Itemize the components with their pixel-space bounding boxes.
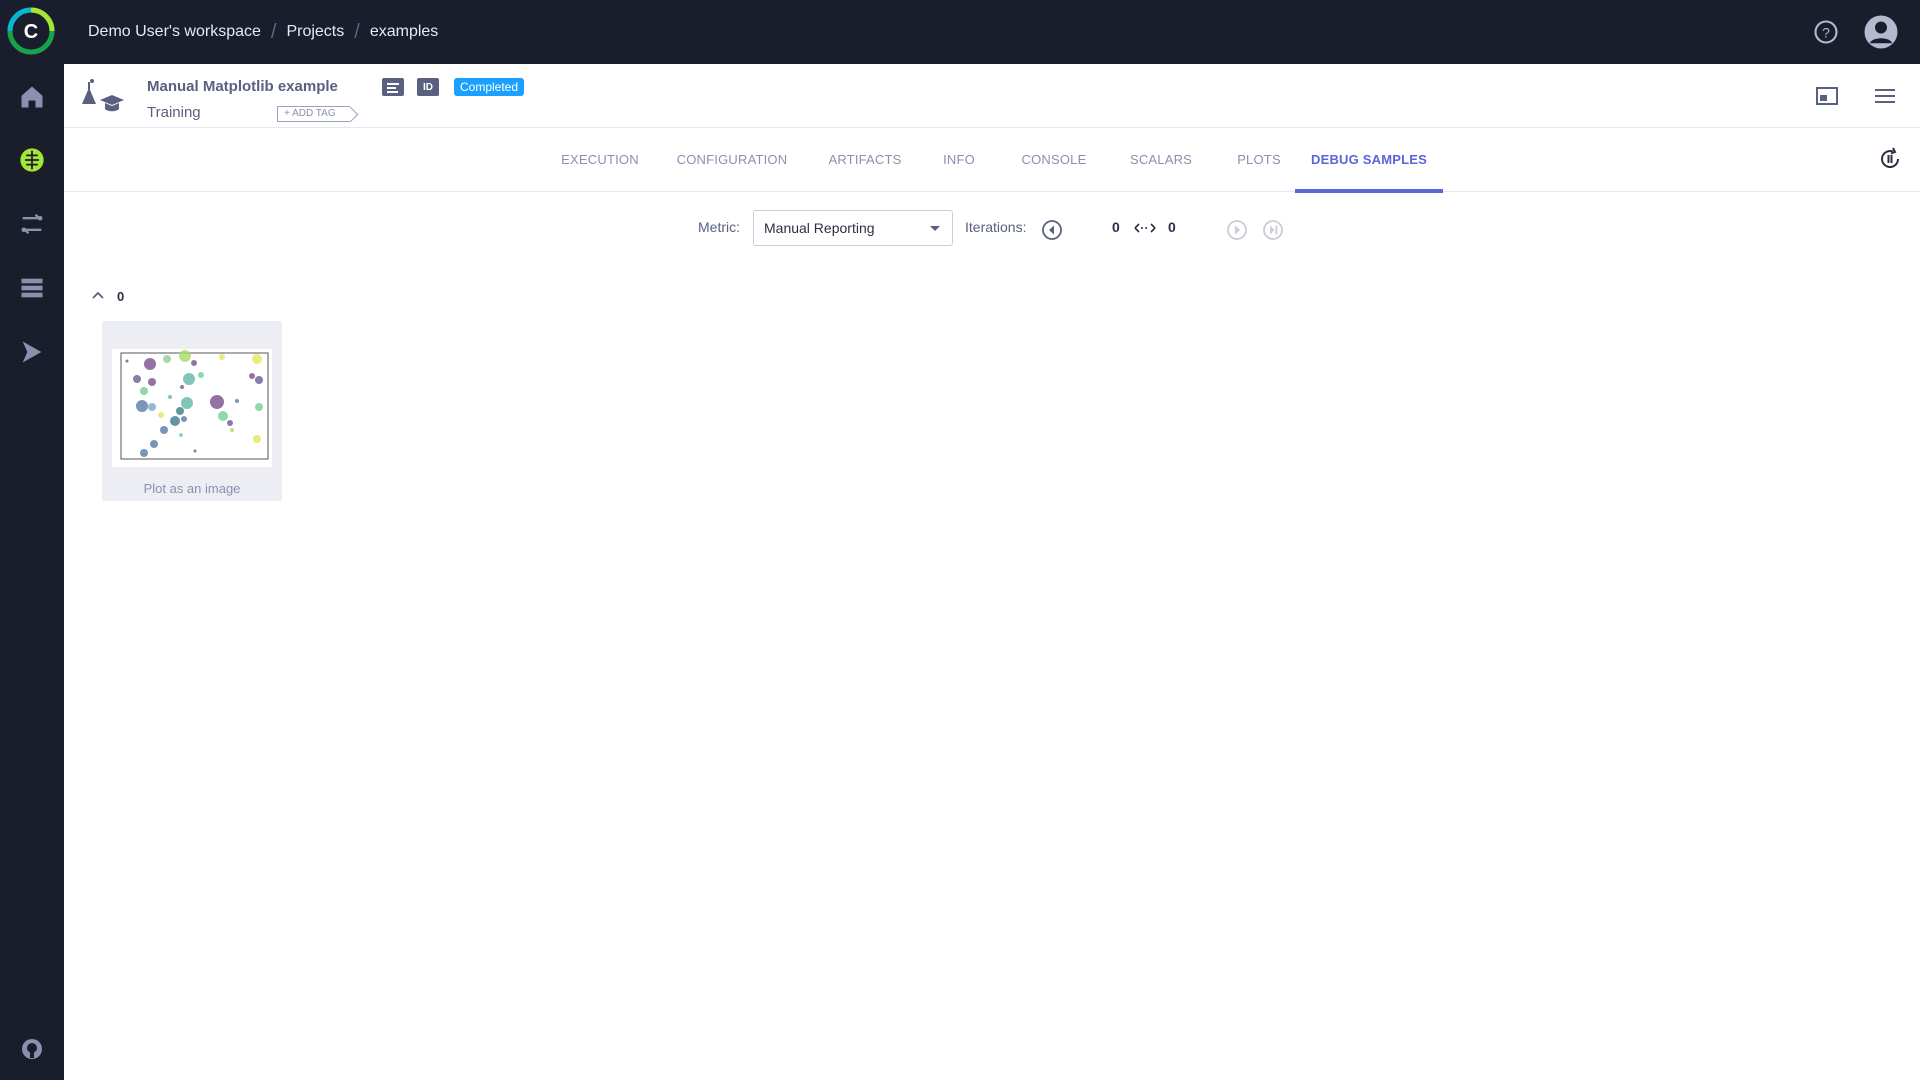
tab-scalars[interactable]: SCALARS — [1116, 128, 1206, 192]
iteration-to: 0 — [1168, 219, 1176, 235]
home-icon[interactable] — [16, 81, 48, 113]
tab-debug-samples[interactable]: DEBUG SAMPLES — [1295, 128, 1443, 193]
layout-icon[interactable] — [1816, 86, 1838, 106]
tab-console[interactable]: CONSOLE — [1009, 128, 1099, 192]
task-header: Manual Matplotlib example Training + ADD… — [64, 64, 1920, 128]
range-arrow-icon — [1134, 221, 1156, 235]
tab-artifacts[interactable]: ARTIFACTS — [815, 128, 915, 192]
metric-select[interactable]: Manual Reporting — [753, 210, 953, 246]
top-bar: Demo User's workspace / Projects / examp… — [64, 0, 1920, 64]
debug-sample-card[interactable]: Plot as an image — [102, 321, 282, 501]
datasets-icon[interactable] — [16, 272, 48, 304]
avatar-icon[interactable] — [1863, 14, 1899, 50]
sidebar: C — [0, 0, 64, 1080]
pipelines-icon[interactable] — [16, 208, 48, 240]
breadcrumb-workspace[interactable]: Demo User's workspace — [88, 23, 261, 41]
metric-label: Metric: — [698, 219, 740, 235]
chevron-down-icon — [930, 226, 940, 231]
tab-plots[interactable]: PLOTS — [1219, 128, 1299, 192]
tab-bar: EXECUTION CONFIGURATION ARTIFACTS INFO C… — [64, 128, 1920, 193]
tab-configuration[interactable]: CONFIGURATION — [667, 128, 797, 192]
training-icon — [78, 78, 126, 116]
id-button[interactable]: ID — [417, 78, 439, 96]
sample-title: Plot as an image — [143, 481, 241, 496]
status-badge: Completed — [454, 78, 525, 96]
next-iteration-icon[interactable] — [1226, 219, 1248, 241]
logo-icon[interactable]: C — [7, 7, 55, 55]
svg-text:C: C — [24, 21, 38, 43]
tab-execution[interactable]: EXECUTION — [550, 128, 650, 192]
last-iteration-icon[interactable] — [1262, 219, 1284, 241]
chevron-up-icon[interactable] — [90, 287, 106, 303]
refresh-icon[interactable] — [1878, 147, 1902, 171]
brain-icon[interactable] — [16, 144, 48, 176]
sample-group-label: 0 — [117, 289, 125, 304]
previous-iteration-icon[interactable] — [1041, 219, 1063, 241]
description-icon[interactable] — [382, 78, 404, 96]
breadcrumb-separator: / — [354, 20, 360, 43]
menu-icon[interactable] — [1874, 86, 1896, 106]
help-icon[interactable]: ? — [1812, 18, 1840, 46]
iterations-label: Iterations: — [965, 219, 1027, 235]
add-tag-button[interactable]: + ADD TAG — [277, 106, 350, 122]
task-type-label: Training — [147, 104, 201, 121]
breadcrumb-projects[interactable]: Projects — [286, 23, 344, 41]
iteration-from: 0 — [1112, 219, 1120, 235]
sample-thumbnail — [112, 349, 272, 467]
breadcrumb-project[interactable]: examples — [370, 23, 438, 41]
breadcrumb-separator: / — [270, 20, 277, 43]
svg-text:?: ? — [1822, 24, 1830, 40]
tab-info[interactable]: INFO — [929, 128, 989, 192]
deploy-icon[interactable] — [16, 336, 48, 368]
task-type: Training — [147, 104, 201, 121]
metric-select-value: Manual Reporting — [764, 220, 875, 236]
breadcrumb: Demo User's workspace / Projects / examp… — [88, 0, 438, 64]
task-name[interactable]: Manual Matplotlib example — [147, 78, 338, 95]
github-icon[interactable] — [16, 1033, 48, 1065]
